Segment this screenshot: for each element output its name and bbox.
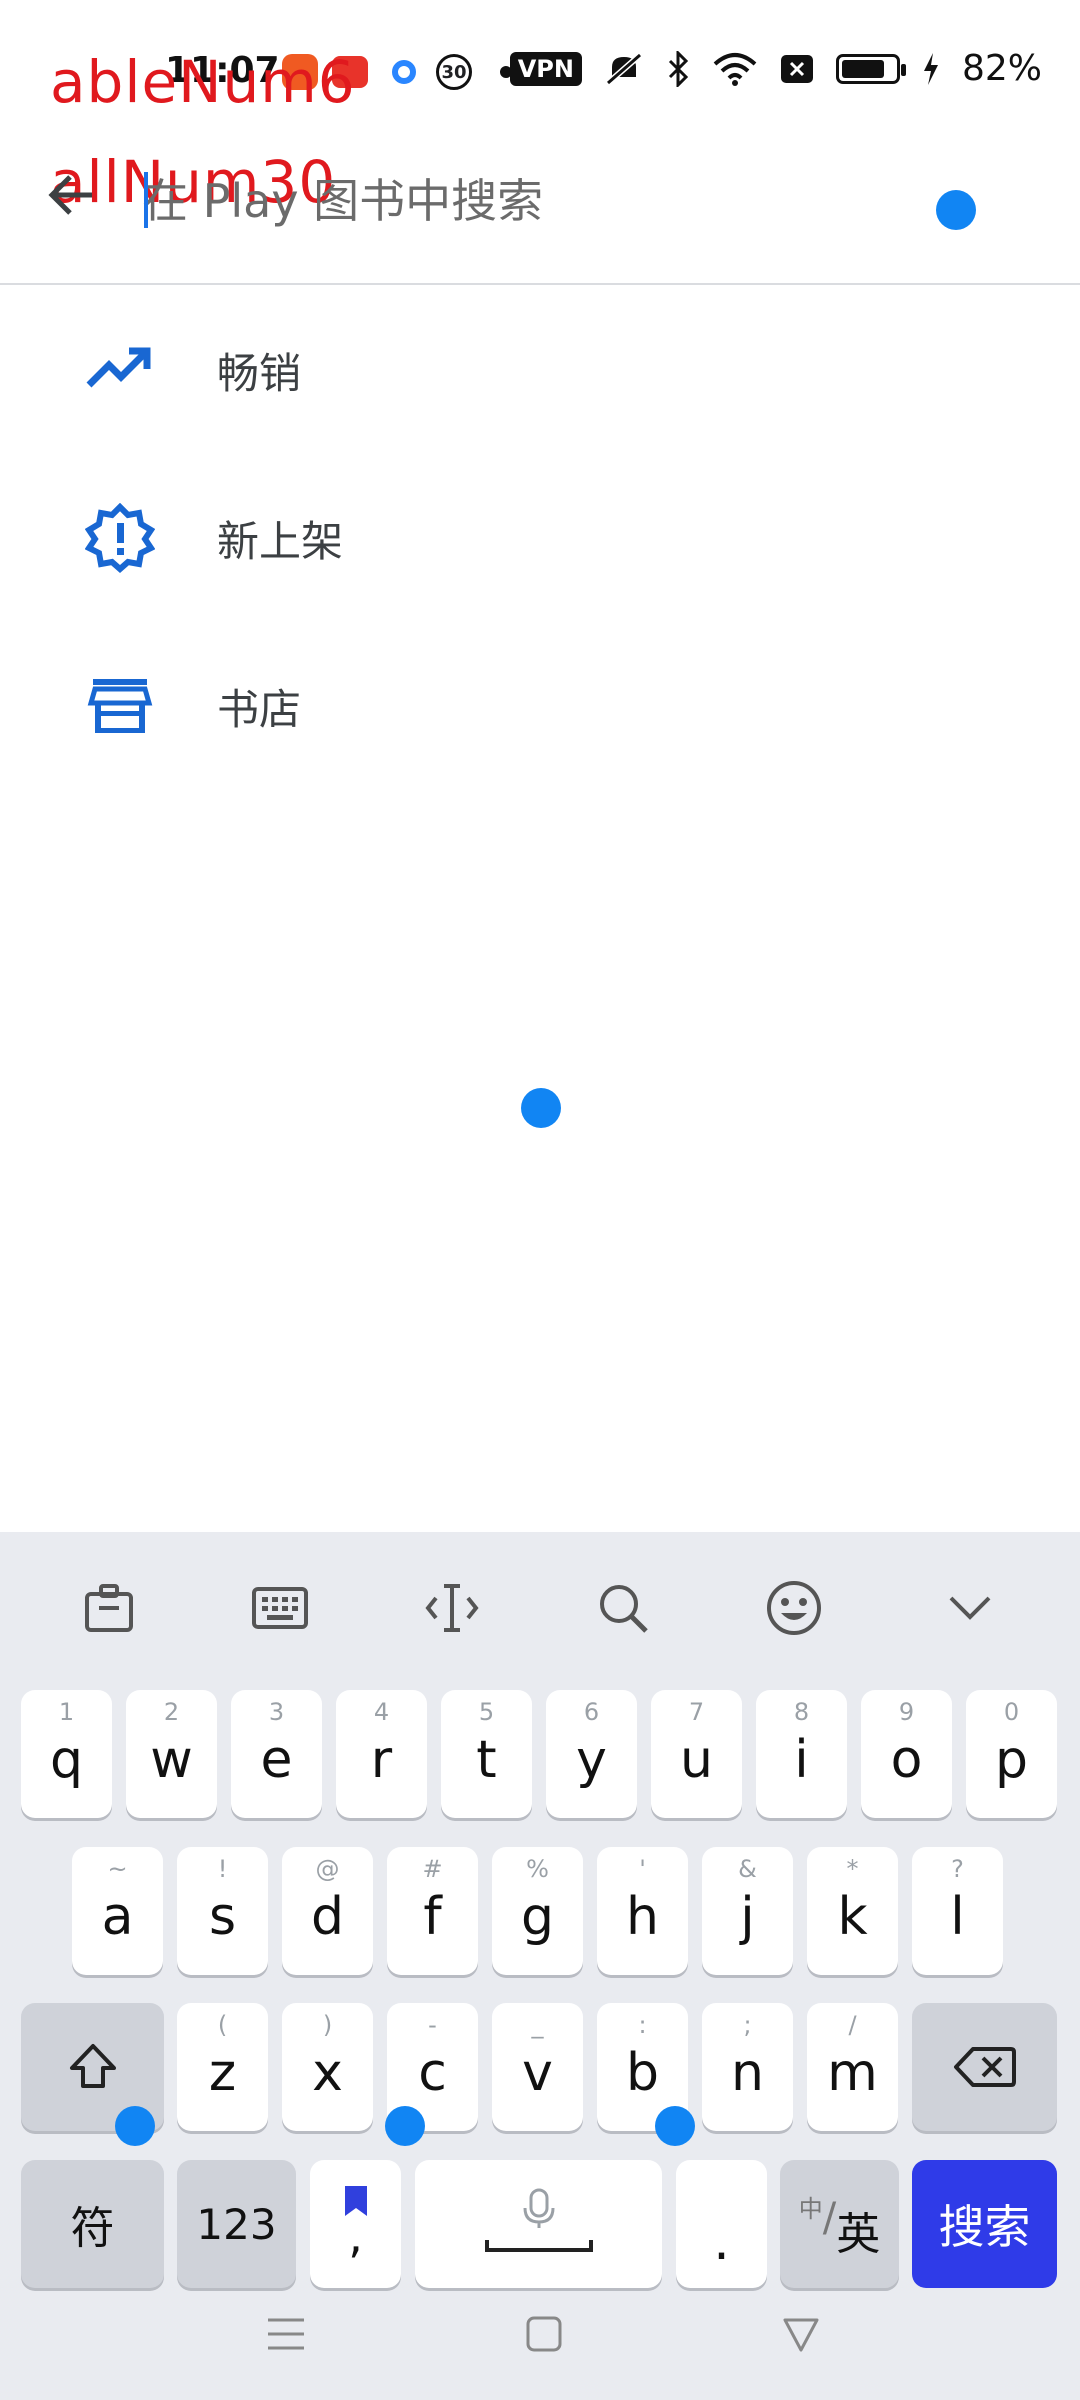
key-h[interactable]: ' h xyxy=(597,1847,688,1975)
suggestion-bookstore[interactable]: 书店 xyxy=(0,641,1080,771)
key-x[interactable]: ) x xyxy=(282,2003,373,2131)
suggestion-new-releases[interactable]: 新上架 xyxy=(0,473,1080,603)
clipboard-icon[interactable] xyxy=(73,1572,145,1644)
suggestion-label: 书店 xyxy=(217,684,302,734)
mute-icon xyxy=(604,51,644,87)
key-u[interactable]: 7u xyxy=(651,1690,742,1818)
vpn-icon: VPN xyxy=(509,51,582,86)
battery-percent: 82% xyxy=(961,48,1042,89)
key-a[interactable]: ~ a xyxy=(72,1847,163,1975)
key-e[interactable]: 3e xyxy=(231,1690,322,1818)
overlay-text-1: ableNum6 xyxy=(50,48,356,116)
touch-indicator xyxy=(521,1088,561,1128)
key-s[interactable]: ! s xyxy=(177,1847,268,1975)
key-v[interactable]: _ v xyxy=(492,2003,583,2131)
microphone-icon xyxy=(484,2188,593,2252)
suggestion-label: 新上架 xyxy=(217,516,344,566)
numbers-key[interactable]: 123 xyxy=(177,2160,296,2288)
key-t[interactable]: 5t xyxy=(441,1690,532,1818)
search-icon[interactable] xyxy=(587,1572,659,1644)
menu-nav-icon[interactable] xyxy=(256,2304,316,2364)
text-cursor xyxy=(144,172,148,228)
key-d[interactable]: @ d xyxy=(282,1847,373,1975)
key-n[interactable]: ; n xyxy=(702,2003,793,2131)
comma-key[interactable]: , xyxy=(310,2160,401,2288)
symbols-key[interactable]: 符 xyxy=(21,2160,164,2288)
keyboard-icon[interactable] xyxy=(244,1572,316,1644)
collapse-icon[interactable] xyxy=(934,1572,1006,1644)
shift-icon xyxy=(69,2044,116,2088)
touch-indicator xyxy=(936,190,976,230)
bluetooth-icon xyxy=(666,50,690,87)
wifi-icon xyxy=(712,52,758,86)
key-y[interactable]: 6y xyxy=(546,1690,637,1818)
key-z[interactable]: (z xyxy=(177,2003,268,2131)
key-k[interactable]: * k xyxy=(807,1847,898,1975)
touch-indicator xyxy=(385,2106,425,2146)
key-p[interactable]: 0p xyxy=(966,1690,1057,1818)
no-sim-icon xyxy=(780,54,814,84)
back-nav-icon[interactable] xyxy=(771,2304,831,2364)
key-q[interactable]: 1q xyxy=(21,1690,112,1818)
header-divider xyxy=(0,283,1080,285)
key-j[interactable]: & j xyxy=(702,1847,793,1975)
key-o[interactable]: 9o xyxy=(861,1690,952,1818)
period-key[interactable]: . xyxy=(676,2160,767,2288)
backspace-icon xyxy=(953,2047,1016,2087)
cursor-icon[interactable] xyxy=(416,1572,488,1644)
key-w[interactable]: 2w xyxy=(126,1690,217,1818)
back-arrow-icon[interactable] xyxy=(42,165,102,225)
key-g[interactable]: % g xyxy=(492,1847,583,1975)
key-f[interactable]: # f xyxy=(387,1847,478,1975)
backspace-key[interactable] xyxy=(912,2003,1057,2131)
search-submit-key[interactable]: 搜索 xyxy=(912,2160,1057,2288)
suggestion-label: 畅销 xyxy=(217,348,302,398)
charging-icon xyxy=(922,52,940,86)
store-icon xyxy=(85,671,155,741)
key-l[interactable]: ? l xyxy=(912,1847,1003,1975)
key-r[interactable]: 4r xyxy=(336,1690,427,1818)
suggestion-bestsellers[interactable]: 畅销 xyxy=(0,305,1080,435)
new-badge-icon xyxy=(84,502,156,573)
key-i[interactable]: 8i xyxy=(756,1690,847,1818)
language-switch-key[interactable]: 中 / 英 xyxy=(780,2160,899,2288)
home-nav-icon[interactable] xyxy=(514,2304,574,2364)
key-m[interactable]: / m xyxy=(807,2003,898,2131)
search-input[interactable] xyxy=(140,168,904,234)
location-icon xyxy=(392,60,416,84)
battery-icon xyxy=(835,53,906,84)
emoji-icon[interactable] xyxy=(758,1572,830,1644)
space-key[interactable] xyxy=(415,2160,662,2288)
trending-up-icon xyxy=(85,335,155,405)
touch-indicator xyxy=(115,2106,155,2146)
touch-indicator xyxy=(655,2106,695,2146)
status-icons: VPN 82% xyxy=(509,48,1042,89)
data-saver-icon: 30 xyxy=(436,54,472,90)
